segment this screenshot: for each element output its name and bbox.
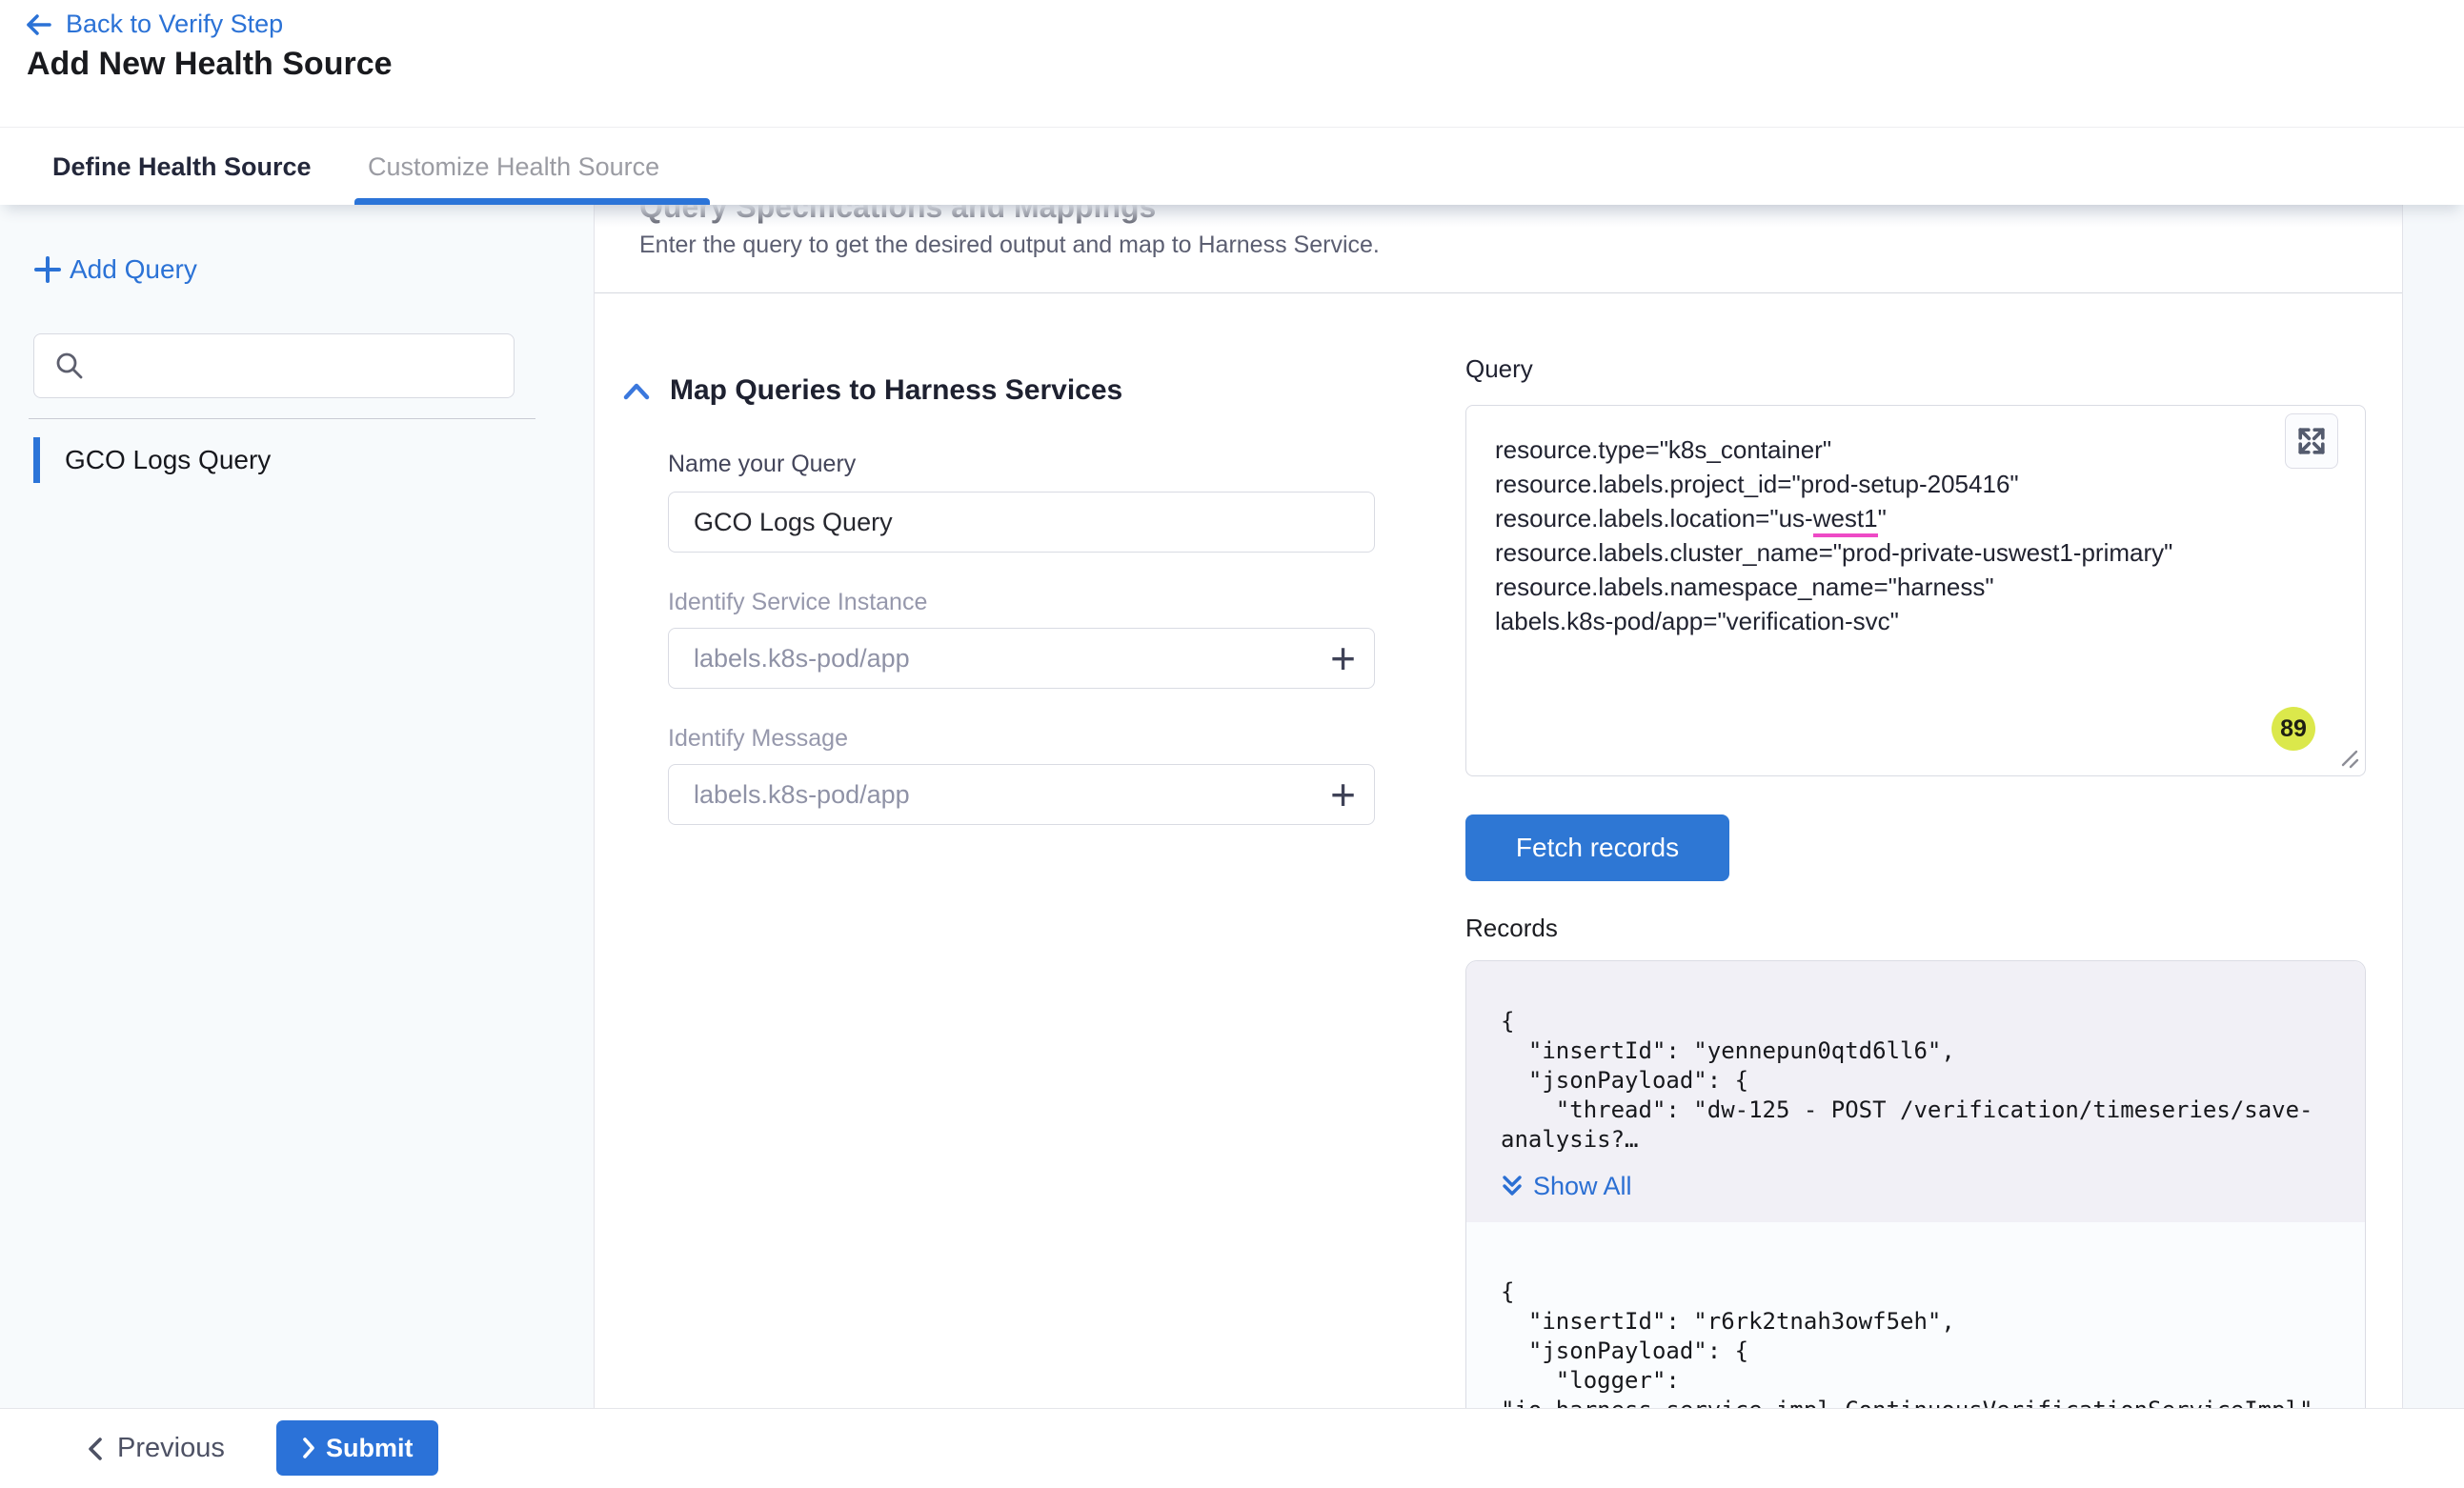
map-queries-section: Map Queries to Harness Services Name you… bbox=[622, 374, 1384, 825]
record-count-badge: 89 bbox=[2272, 707, 2315, 751]
tab-customize-health-source[interactable]: Customize Health Source bbox=[368, 128, 659, 206]
query-line: resource.type="k8s_container" bbox=[1495, 432, 2327, 467]
expand-icon bbox=[2297, 427, 2326, 455]
spellcheck-underline: west1 bbox=[1813, 504, 1878, 537]
content-area: Add Query GCO Logs Query Query Specifica… bbox=[0, 205, 2464, 1408]
query-line: resource.labels.namespace_name="harness" bbox=[1495, 570, 2327, 604]
query-textarea[interactable]: resource.type="k8s_container" resource.l… bbox=[1465, 405, 2366, 776]
page-header: Back to Verify Step Add New Health Sourc… bbox=[0, 0, 2464, 127]
query-panel: Query resource.type="k8s_container" reso… bbox=[1465, 354, 2366, 1408]
health-source-tabbar: Define Health Source Customize Health So… bbox=[0, 127, 2464, 205]
query-line: resource.labels.cluster_name="prod-priva… bbox=[1495, 535, 2327, 570]
submit-label: Submit bbox=[326, 1434, 414, 1463]
query-line: resource.labels.location="us-west1" bbox=[1495, 501, 2327, 535]
expand-query-button[interactable] bbox=[2285, 413, 2338, 469]
sidebar-item-gco-logs-query[interactable]: GCO Logs Query bbox=[33, 436, 271, 484]
show-all-link[interactable]: Show All bbox=[1501, 1172, 2331, 1201]
collapse-chevron-up-icon[interactable] bbox=[622, 380, 651, 401]
previous-button[interactable]: Previous bbox=[81, 1409, 231, 1488]
add-service-instance-plus-icon[interactable]: + bbox=[1330, 636, 1356, 680]
query-item-label: GCO Logs Query bbox=[65, 445, 271, 475]
active-tab-underline bbox=[354, 198, 710, 205]
query-line: labels.k8s-pod/app="verification-svc" bbox=[1495, 604, 2327, 638]
records-label: Records bbox=[1465, 914, 2366, 943]
submit-button[interactable]: Submit bbox=[276, 1420, 438, 1476]
tab-define-health-source[interactable]: Define Health Source bbox=[52, 128, 312, 206]
query-line: resource.labels.project_id="prod-setup-2… bbox=[1495, 467, 2327, 501]
chevron-left-icon bbox=[87, 1437, 104, 1461]
chevron-right-icon bbox=[301, 1437, 316, 1459]
page-title: Add New Health Source bbox=[27, 46, 393, 83]
identify-service-instance-label: Identify Service Instance bbox=[668, 589, 1375, 616]
query-name-input[interactable] bbox=[668, 492, 1375, 553]
service-instance-input[interactable] bbox=[668, 628, 1375, 689]
double-chevron-down-icon bbox=[1501, 1174, 1524, 1199]
show-all-label: Show All bbox=[1533, 1172, 1632, 1201]
back-arrow-icon bbox=[24, 12, 52, 37]
previous-label: Previous bbox=[117, 1433, 225, 1464]
section-heading: Query Specifications and Mappings bbox=[639, 205, 2402, 225]
add-message-plus-icon[interactable]: + bbox=[1330, 773, 1356, 816]
query-sidebar: Add Query GCO Logs Query bbox=[0, 205, 594, 1408]
search-icon bbox=[53, 350, 86, 382]
query-search-input[interactable] bbox=[86, 334, 514, 397]
name-your-query-label: Name your Query bbox=[668, 451, 1375, 478]
map-section-title: Map Queries to Harness Services bbox=[670, 374, 1122, 407]
section-subheading: Enter the query to get the desired outpu… bbox=[639, 231, 2402, 259]
message-input[interactable] bbox=[668, 764, 1375, 825]
sidebar-divider bbox=[29, 418, 535, 419]
fetch-records-button[interactable]: Fetch records bbox=[1465, 814, 1729, 881]
identify-message-label: Identify Message bbox=[668, 725, 1375, 753]
query-specifications-card: Query Specifications and Mappings Enter … bbox=[594, 205, 2403, 1408]
selected-indicator-bar bbox=[33, 437, 40, 483]
wizard-footer: Previous Submit bbox=[0, 1408, 2464, 1488]
query-label: Query bbox=[1465, 354, 2366, 384]
card-header: Query Specifications and Mappings Enter … bbox=[595, 205, 2402, 293]
record-item: { "insertId": "yennepun0qtd6ll6", "jsonP… bbox=[1466, 961, 2365, 1222]
resize-handle[interactable] bbox=[2335, 746, 2360, 771]
record-item: { "insertId": "r6rk2tnah3owf5eh", "jsonP… bbox=[1466, 1222, 2365, 1408]
records-container[interactable]: { "insertId": "yennepun0qtd6ll6", "jsonP… bbox=[1465, 960, 2366, 1408]
plus-icon bbox=[33, 255, 62, 284]
query-search-box[interactable] bbox=[33, 333, 515, 398]
add-query-button[interactable]: Add Query bbox=[33, 254, 197, 285]
back-link-label: Back to Verify Step bbox=[66, 10, 283, 39]
back-to-verify-step-link[interactable]: Back to Verify Step bbox=[24, 10, 283, 39]
add-query-label: Add Query bbox=[70, 254, 197, 285]
